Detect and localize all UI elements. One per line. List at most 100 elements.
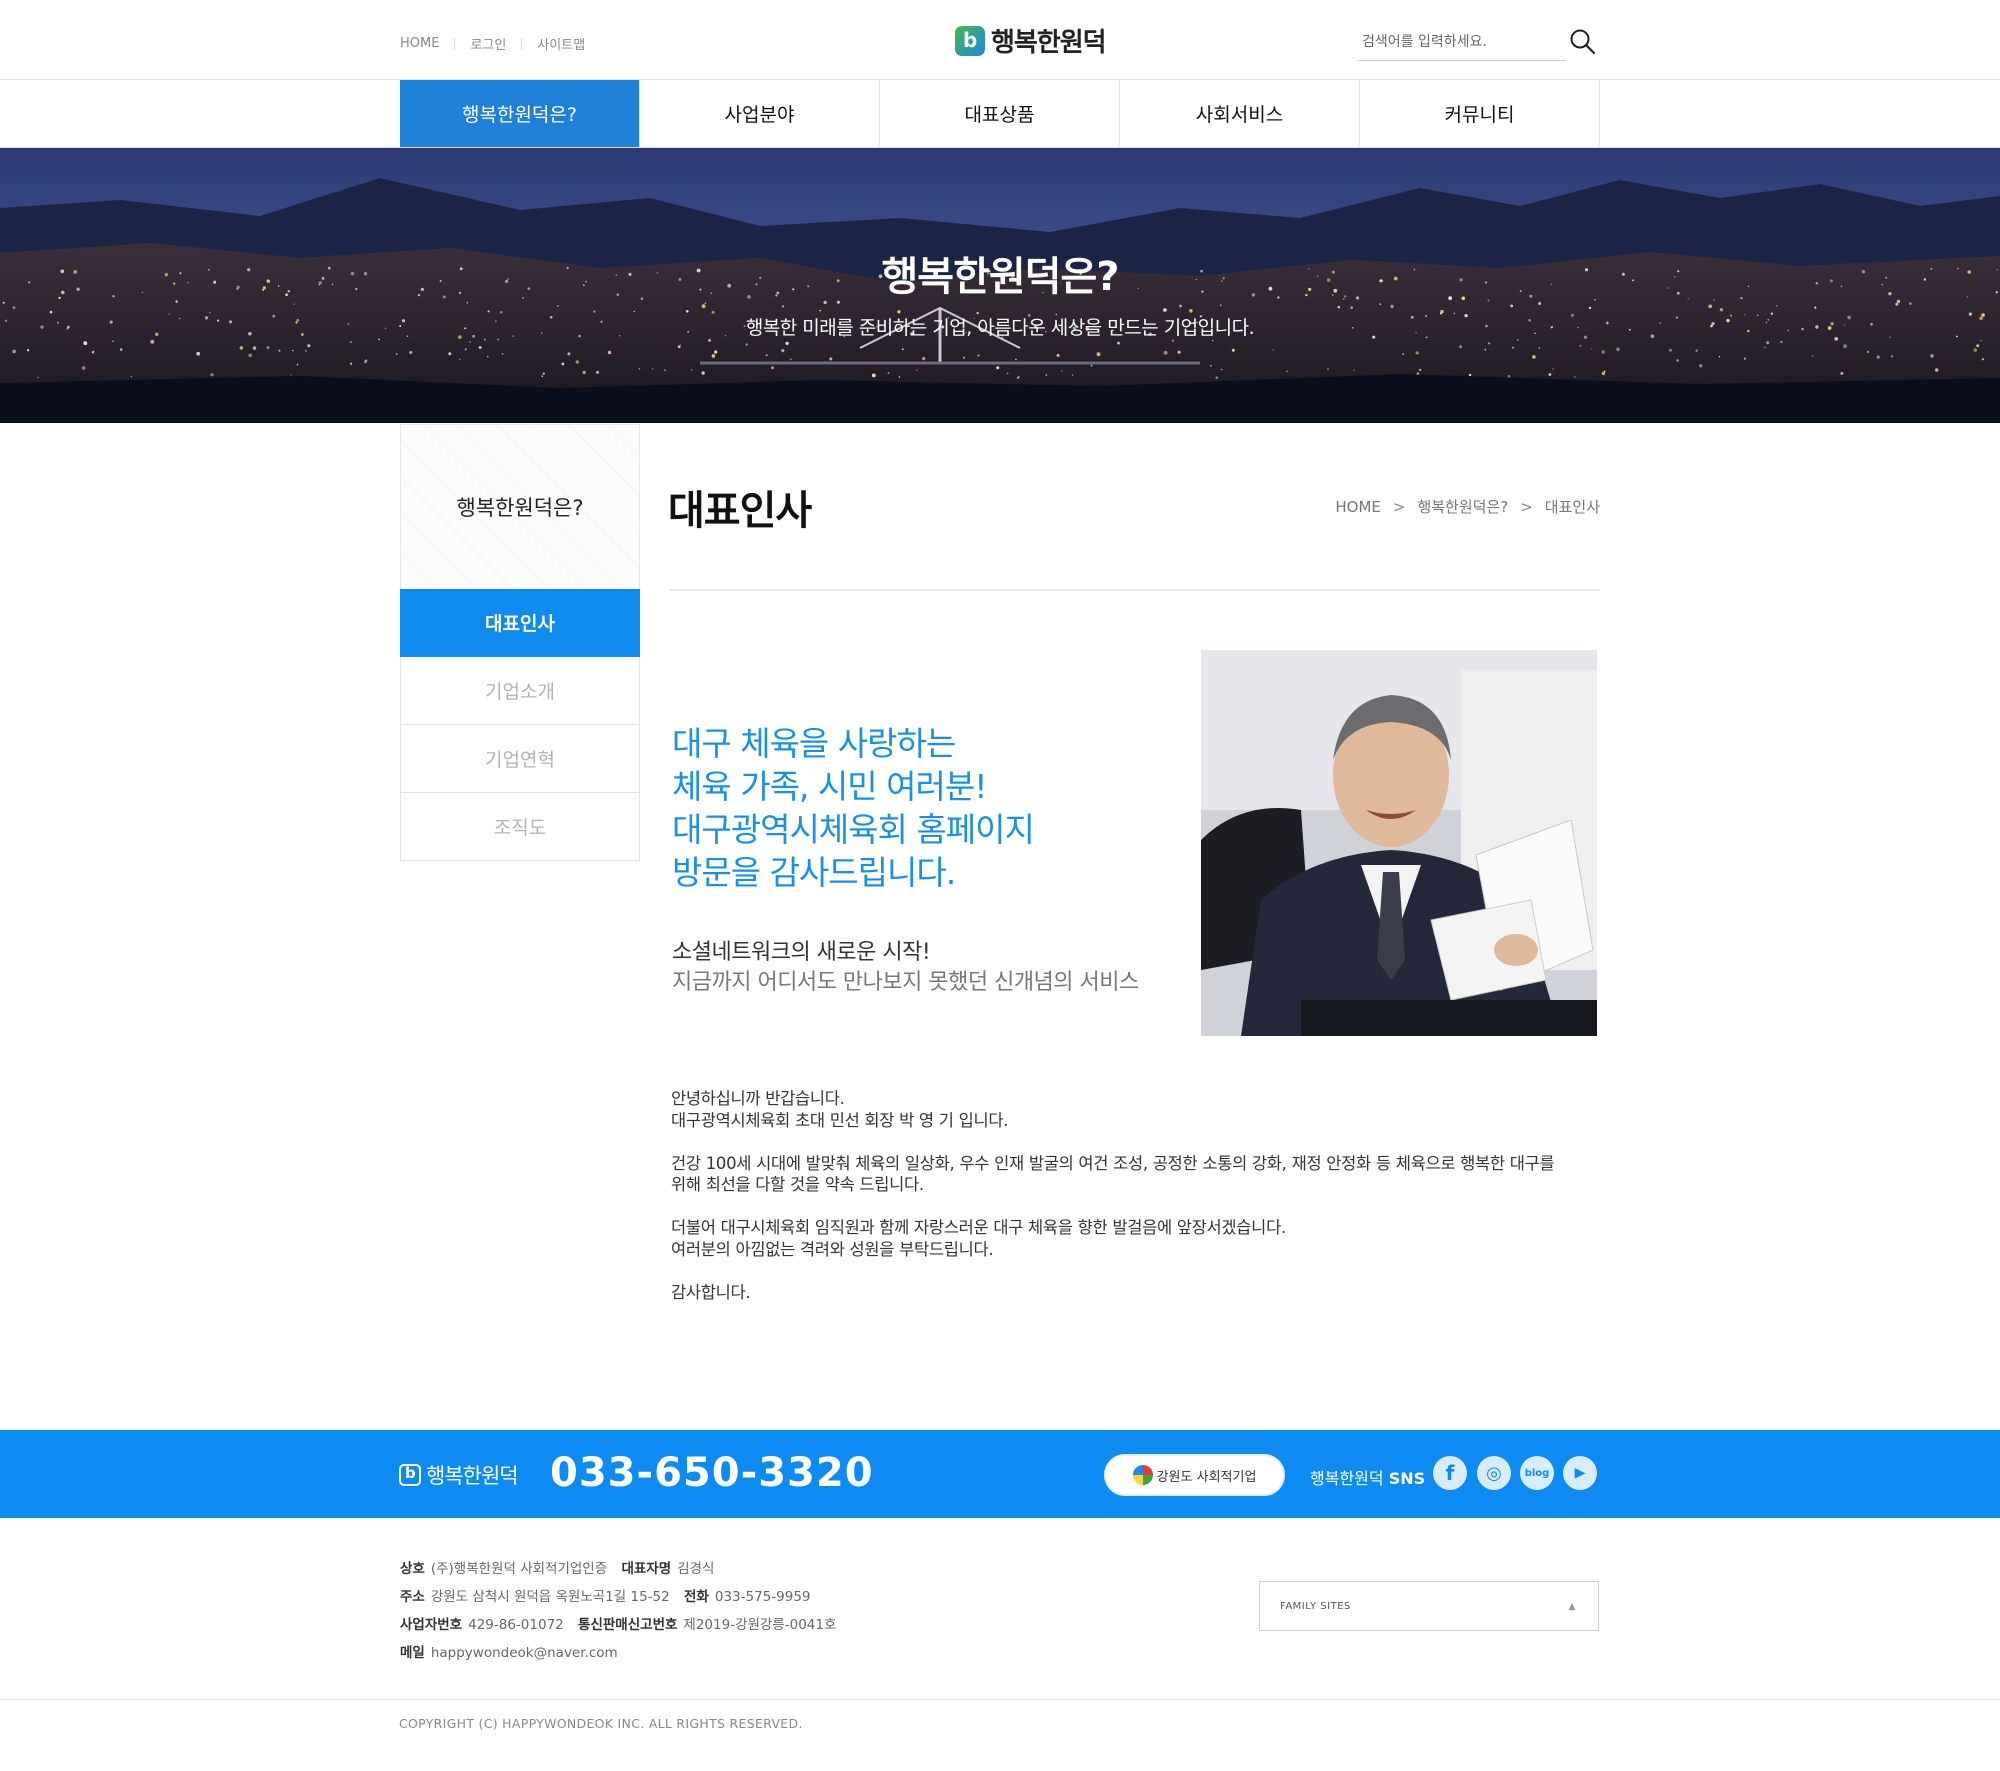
info-value: 제2019-강원강릉-0041호	[683, 1617, 837, 1633]
blog-icon[interactable]: blog	[1520, 1456, 1554, 1490]
hero-subtitle: 행복한 미래를 준비하는 기업, 아름다운 세상을 만드는 기업입니다.	[745, 317, 1255, 339]
nav-item-about[interactable]: 행복한원덕은?	[400, 80, 640, 147]
greeting-subline-secondary: 지금까지 어디서도 만나보지 못했던 신개념의 서비스	[672, 970, 1139, 995]
headline-line: 대구 체육을 사랑하는	[672, 724, 956, 763]
nav-item-products[interactable]: 대표상품	[880, 80, 1120, 147]
info-label: 대표자명	[621, 1561, 672, 1577]
body-line: 여러분의 아낌없는 격려와 성원을 부탁드립니다.	[671, 1239, 994, 1259]
hero-title: 행복한원덕은?	[881, 254, 1119, 300]
top-bar: HOME 로그인 사이트맵 행복한원덕	[0, 0, 2000, 80]
info-label: 통신판매신고번호	[578, 1617, 678, 1633]
sidebar-item-organization[interactable]: 조직도	[400, 793, 640, 861]
body-paragraph: 더불어 대구시체육회 임직원과 함께 자랑스러운 대구 체육을 향한 발걸음에 …	[671, 1217, 1601, 1260]
info-value: happywondeok@naver.com	[430, 1645, 618, 1661]
body-line: 감사합니다.	[671, 1282, 751, 1302]
utility-links: HOME 로그인 사이트맵	[400, 34, 585, 53]
sitemap-link[interactable]: 사이트맵	[537, 34, 585, 53]
breadcrumb-home[interactable]: HOME	[1335, 498, 1381, 516]
nav-item-social-service[interactable]: 사회서비스	[1120, 80, 1360, 147]
headline-line: 방문을 감사드립니다.	[672, 853, 956, 892]
blog-glyph: blog	[1524, 1467, 1550, 1479]
search-icon	[1570, 29, 1596, 55]
title-divider	[670, 589, 1600, 591]
info-label: 상호	[400, 1561, 425, 1577]
page-title: 대표인사	[668, 488, 812, 534]
info-row: 상호 (주)행복한원덕 사회적기업인증 대표자명 김경식	[400, 1555, 836, 1583]
instagram-glyph: ◎	[1486, 1462, 1502, 1484]
family-sites-label: FAMILY SITES	[1280, 1600, 1351, 1612]
info-row: 주소 강원도 삼척시 원덕읍 옥원노곡1길 15-52 전화 033-575-995…	[400, 1583, 836, 1611]
info-label: 사업자번호	[400, 1617, 463, 1633]
sidebar-item-history[interactable]: 기업연혁	[400, 725, 640, 793]
sns-label-suffix: SNS	[1388, 1469, 1426, 1488]
body-line: 더불어 대구시체육회 임직원과 함께 자랑스러운 대구 체육을 향한 발걸음에 …	[671, 1218, 1286, 1237]
info-value: 429-86-01072	[468, 1617, 564, 1633]
breadcrumb-arrow-icon: >	[1392, 497, 1406, 516]
sidebar-item-ceo-greeting[interactable]: 대표인사	[400, 589, 640, 657]
main-navigation: 행복한원덕은? 사업분야 대표상품 사회서비스 커뮤니티	[0, 80, 2000, 148]
headline-line: 체육 가족, 시민 여러분!	[672, 767, 987, 806]
body-paragraph: 건강 100세 시대에 발맞춰 체육의 일상화, 우수 인재 발굴의 여건 조성…	[671, 1153, 1601, 1196]
brand-name: 행복한원덕	[991, 28, 1107, 58]
breadcrumb-section[interactable]: 행복한원덕은?	[1417, 496, 1508, 517]
divider	[521, 37, 523, 50]
footer-divider	[0, 1699, 2000, 1700]
info-label: 전화	[684, 1589, 709, 1605]
hero-banner: 행복한원덕은? 행복한 미래를 준비하는 기업, 아름다운 세상을 만드는 기업…	[0, 148, 2000, 423]
login-link[interactable]: 로그인	[470, 34, 506, 53]
search-button[interactable]	[1568, 28, 1598, 58]
footer-logo[interactable]: 행복한원덕	[399, 1460, 519, 1490]
logo-mark-icon	[399, 1464, 421, 1486]
sidebar-title: 행복한원덕은?	[400, 424, 640, 589]
badge-label: 강원도 사회적기업	[1156, 1469, 1257, 1485]
social-enterprise-icon	[1132, 1465, 1153, 1485]
info-value: 김경식	[677, 1561, 715, 1577]
nav-item-community[interactable]: 커뮤니티	[1360, 80, 1600, 147]
company-info: 상호 (주)행복한원덕 사회적기업인증 대표자명 김경식 주소 강원도 삼척시 원덕읍…	[400, 1555, 836, 1667]
home-link[interactable]: HOME	[400, 36, 439, 51]
breadcrumb-current: 대표인사	[1544, 498, 1600, 516]
body-line: 건강 100세 시대에 발맞춰 체육의 일상화, 우수 인재 발굴의 여건 조성…	[671, 1153, 1555, 1173]
search-input[interactable]	[1358, 24, 1566, 61]
sns-label: 행복한원덕 SNS	[1310, 1465, 1425, 1489]
facebook-glyph: f	[1445, 1461, 1455, 1485]
family-sites-select[interactable]: FAMILY SITES ▲	[1259, 1581, 1599, 1631]
breadcrumb: HOME > 행복한원덕은? > 대표인사	[1335, 496, 1600, 517]
social-enterprise-badge[interactable]: 강원도 사회적기업	[1104, 1454, 1285, 1496]
chevron-up-icon: ▲	[1568, 1602, 1576, 1612]
info-value: 강원도 삼척시 원덕읍 옥원노곡1길 15-52	[430, 1589, 670, 1605]
info-label: 주소	[400, 1589, 425, 1605]
ceo-portrait-illustration	[1201, 650, 1597, 1036]
instagram-icon[interactable]: ◎	[1477, 1456, 1511, 1490]
footer-brand-name: 행복한원덕	[426, 1464, 519, 1488]
headline-line: 대구광역시체육회 홈페이지	[672, 810, 1035, 849]
footer-phone: 033-650-3320	[550, 1450, 874, 1496]
youtube-icon[interactable]: ▶	[1563, 1456, 1597, 1490]
greeting-body: 안녕하십니까 반갑습니다. 대구광역시체육회 초대 민선 회장 박 영 기 입니…	[671, 1088, 1601, 1325]
greeting-headline: 대구 체육을 사랑하는 체육 가족, 시민 여러분! 대구광역시체육회 홈페이지…	[672, 722, 1152, 894]
youtube-glyph: ▶	[1574, 1465, 1586, 1481]
sns-label-brand: 행복한원덕	[1310, 1469, 1384, 1488]
body-paragraph: 안녕하십니까 반갑습니다. 대구광역시체육회 초대 민선 회장 박 영 기 입니…	[671, 1088, 1601, 1131]
info-value: 033-575-9959	[714, 1589, 811, 1605]
body-paragraph: 감사합니다.	[671, 1282, 1601, 1304]
copyright: COPYRIGHT (C) HAPPYWONDEOK INC. ALL RIGH…	[399, 1716, 803, 1731]
ceo-photo	[1201, 650, 1597, 1036]
divider	[454, 37, 456, 50]
info-value: (주)행복한원덕 사회적기업인증	[430, 1561, 608, 1577]
brand-logo[interactable]: 행복한원덕	[955, 22, 1107, 59]
sidebar-item-company-intro[interactable]: 기업소개	[400, 657, 640, 725]
greeting-subline: 소셜네트워크의 새로운 시작!	[672, 940, 931, 965]
breadcrumb-arrow-icon: >	[1520, 497, 1533, 516]
footer-contact-bar: 행복한원덕 033-650-3320 강원도 사회적기업 행복한원덕 SNS f…	[0, 1430, 2000, 1518]
search-box	[1358, 24, 1618, 62]
info-label: 메일	[400, 1645, 425, 1661]
info-row: 사업자번호 429-86-01072 통신판매신고번호 제2019-강원강릉-004…	[400, 1611, 836, 1639]
logo-mark-icon	[955, 25, 985, 56]
body-line: 대구광역시체육회 초대 민선 회장 박 영 기 입니다.	[671, 1110, 1009, 1130]
body-line: 위해 최선을 다할 것을 약속 드립니다.	[671, 1175, 924, 1194]
facebook-icon[interactable]: f	[1433, 1456, 1467, 1490]
nav-item-business[interactable]: 사업분야	[640, 80, 880, 147]
info-row: 메일 happywondeok@naver.com	[400, 1639, 836, 1667]
body-line: 안녕하십니까 반갑습니다.	[671, 1089, 845, 1108]
